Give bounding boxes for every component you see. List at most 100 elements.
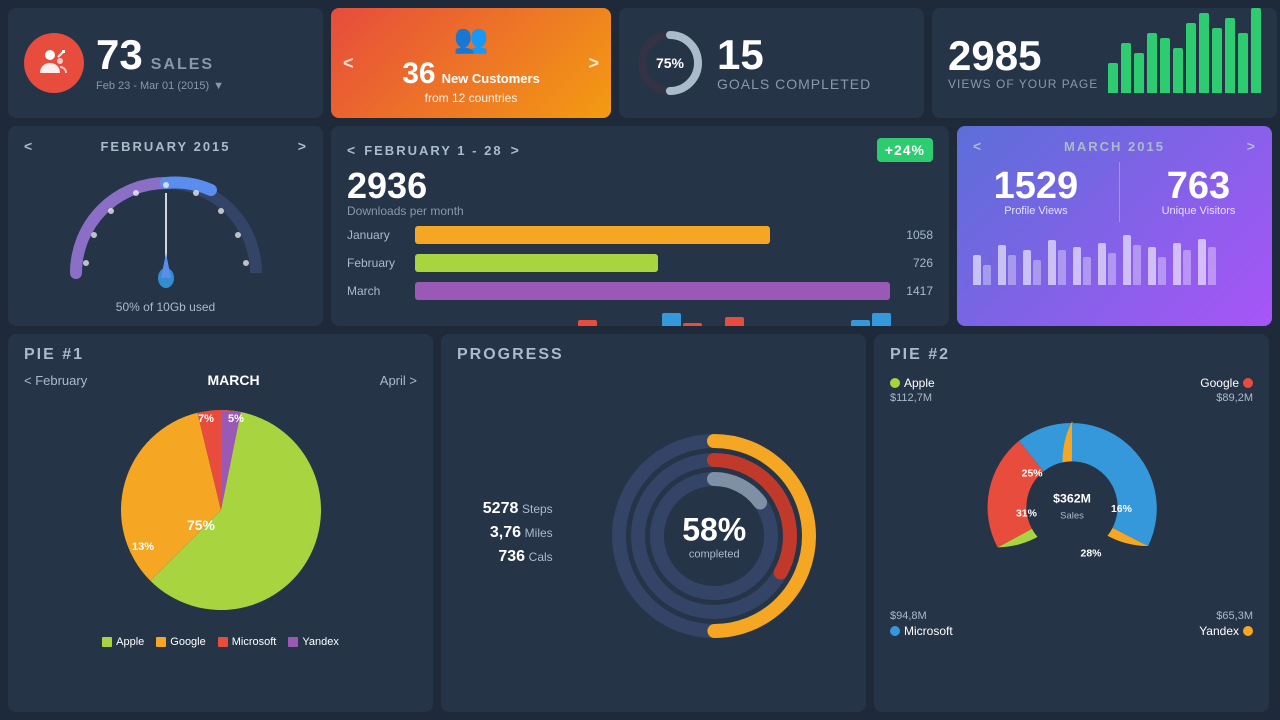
pie2-title: PIE #2 <box>890 346 1253 364</box>
dl-bar-wrap <box>415 226 890 244</box>
views-card: 2985 VIEWS OF YOUR PAGE <box>932 8 1277 118</box>
march-bar-left <box>1048 240 1056 285</box>
profile-views-stat: 1529 Profile Views <box>994 167 1079 217</box>
gauge-header: < FEBRUARY 2015 > <box>24 138 307 154</box>
goals-number: 15 <box>717 34 871 76</box>
svg-text:25%: 25% <box>1021 469 1042 480</box>
cals-unit: Cals <box>529 550 553 564</box>
row1: 73 SALES Feb 23 - Mar 01 (2015) ▼ < 👥 36… <box>8 8 1277 118</box>
pie1-next-btn[interactable]: April > <box>380 373 417 388</box>
downloads-next-btn[interactable]: > <box>511 142 520 158</box>
dl-month-label: March <box>347 284 407 298</box>
sales-date: Feb 23 - Mar 01 (2015) ▼ <box>96 80 224 92</box>
march-bar-right <box>1133 245 1141 285</box>
march-bar-left <box>1148 247 1156 285</box>
views-content: 2985 VIEWS OF YOUR PAGE <box>948 35 1098 91</box>
steps-number: 5278 <box>483 500 519 517</box>
donut-percent: 58% <box>682 512 746 549</box>
gauge-container <box>24 160 307 296</box>
dl-bar-value: 1058 <box>898 228 933 242</box>
views-bar <box>1173 48 1183 93</box>
march-bar-right <box>983 265 991 285</box>
march-bar-left <box>998 245 1006 285</box>
march-bar-right <box>1033 260 1041 285</box>
gauge-prev-btn[interactable]: < <box>24 138 33 154</box>
unique-visitors-label: Unique Visitors <box>1162 205 1236 217</box>
views-bar <box>1134 53 1144 93</box>
unique-visitors-stat: 763 Unique Visitors <box>1162 167 1236 217</box>
views-bar <box>1199 13 1209 93</box>
customers-prev-btn[interactable]: < <box>343 53 354 74</box>
march-title: MARCH 2015 <box>1064 139 1165 154</box>
svg-text:75%: 75% <box>186 517 215 533</box>
dl-small-bar <box>683 323 702 326</box>
row3: PIE #1 < February MARCH April > 75% <box>8 334 1277 712</box>
apple-legend: Apple $112,7M <box>890 376 935 404</box>
views-bar <box>1225 18 1235 93</box>
downloads-card: < FEBRUARY 1 - 28 > +24% 2936 Downloads … <box>331 126 949 326</box>
sales-label: SALES <box>151 56 214 74</box>
customers-content: 👥 36 New Customers from 12 countries <box>354 22 589 105</box>
downloads-monthly-bars <box>347 310 933 326</box>
dl-month-label: February <box>347 256 407 270</box>
steps-stat: 5278 Steps <box>483 500 553 518</box>
customers-next-btn[interactable]: > <box>588 53 599 74</box>
dl-bar-fill <box>415 254 658 272</box>
pie1-prev-btn[interactable]: < February <box>24 373 87 388</box>
svg-text:Sales: Sales <box>1060 510 1084 521</box>
cals-stat: 736 Cals <box>483 548 553 566</box>
gauge-title: FEBRUARY 2015 <box>100 139 230 154</box>
goals-label: GOALS COMPLETED <box>717 76 871 92</box>
march-bar-left <box>1198 239 1206 285</box>
downloads-prev-btn[interactable]: < <box>347 142 356 158</box>
march-bar-left <box>1098 243 1106 285</box>
march-prev-btn[interactable]: < <box>973 138 982 154</box>
views-label: VIEWS OF YOUR PAGE <box>948 77 1098 91</box>
march-bar-right <box>1208 247 1216 285</box>
march-bar-right <box>1008 255 1016 285</box>
march-bar-right <box>1083 257 1091 285</box>
pie1-title: PIE #1 <box>24 346 417 364</box>
gauge-footer: 50% of 10Gb used <box>24 300 307 314</box>
unique-visitors-number: 763 <box>1162 167 1236 205</box>
dl-bar-value: 1417 <box>898 284 933 298</box>
march-bar-right <box>1058 250 1066 285</box>
dl-month-label: January <box>347 228 407 242</box>
google-dot <box>156 637 166 647</box>
legend-apple: Apple <box>102 636 144 648</box>
gauge-card: < FEBRUARY 2015 > <box>8 126 323 326</box>
downloads-badge: +24% <box>877 138 933 162</box>
views-bar <box>1251 8 1261 93</box>
march-next-btn[interactable]: > <box>1247 138 1256 154</box>
customers-text: New Customers <box>442 71 540 86</box>
donut-sub: completed <box>682 549 746 561</box>
customers-icon: 👥 <box>354 22 589 55</box>
dl-bar-wrap <box>415 254 890 272</box>
pie1-legend: Apple Google Microsoft Yandex <box>24 636 417 648</box>
microsoft-dot <box>218 637 228 647</box>
legend-yandex: Yandex <box>288 636 339 648</box>
gauge-next-btn[interactable]: > <box>298 138 307 154</box>
views-bar <box>1186 23 1196 93</box>
svg-text:5%: 5% <box>228 413 244 425</box>
yandex-dot <box>288 637 298 647</box>
views-bar <box>1121 43 1131 93</box>
sales-number: 73 <box>96 34 143 76</box>
march-bar-right <box>1108 253 1116 285</box>
dl-bar-fill <box>415 282 890 300</box>
row2: < FEBRUARY 2015 > <box>8 126 1277 326</box>
goals-percent: 75% <box>656 55 684 71</box>
march-bar-right <box>1158 257 1166 285</box>
march-bar-right <box>1183 250 1191 285</box>
svg-text:$362M: $362M <box>1053 491 1091 505</box>
steps-unit: Steps <box>522 502 553 516</box>
pie1-card: PIE #1 < February MARCH April > 75% <box>8 334 433 712</box>
goals-card: 75% 15 GOALS COMPLETED <box>619 8 924 118</box>
progress-card: PROGRESS 5278 Steps 3,76 Miles 736 Cals <box>441 334 866 712</box>
views-number: 2985 <box>948 35 1098 77</box>
svg-text:31%: 31% <box>1015 509 1036 520</box>
microsoft-legend: $94,8M Microsoft <box>890 610 953 638</box>
customers-number: 36 <box>402 57 435 91</box>
downloads-chart: January1058February726March1417 <box>347 226 933 300</box>
google-legend: Google $89,2M <box>1200 376 1253 404</box>
